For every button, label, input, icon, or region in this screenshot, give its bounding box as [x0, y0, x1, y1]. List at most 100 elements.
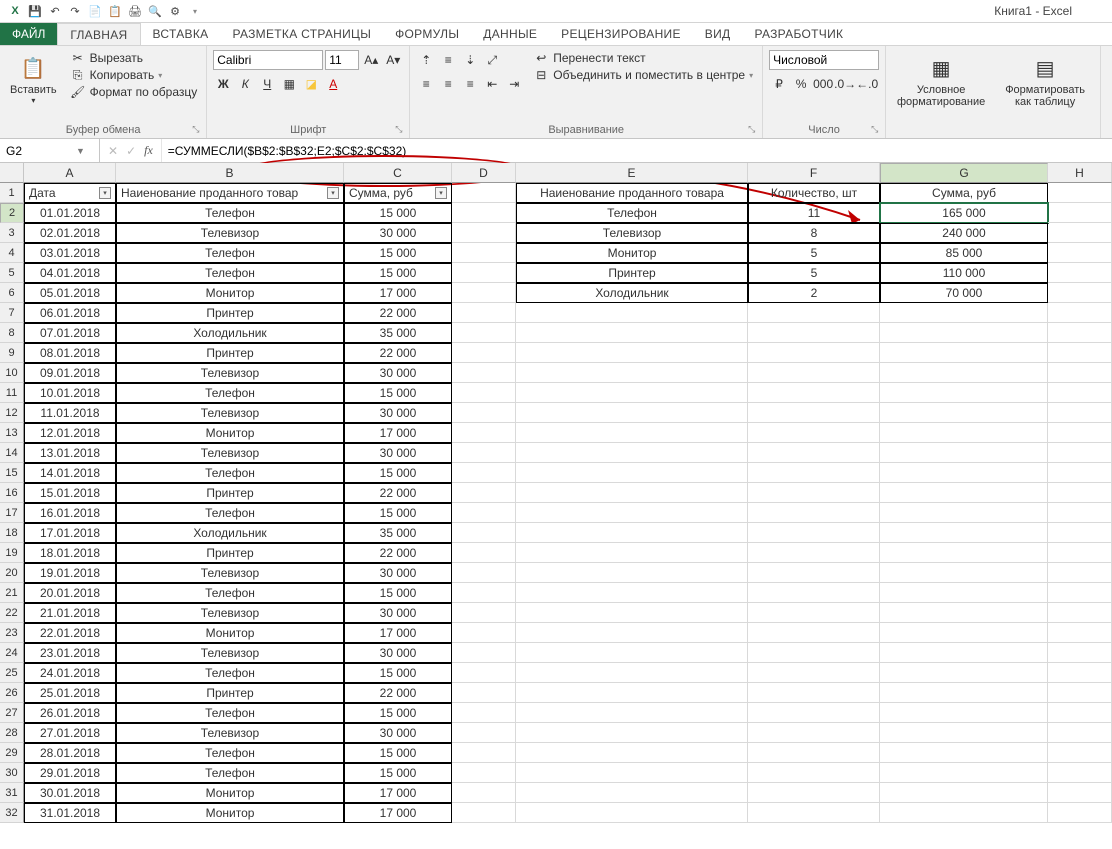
enter-icon[interactable]: ✓	[126, 144, 136, 158]
cell[interactable]	[880, 323, 1048, 343]
cell[interactable]: 20.01.2018	[24, 583, 116, 603]
cell[interactable]: Телевизор	[116, 723, 344, 743]
cell[interactable]: Дата▾	[24, 183, 116, 203]
cell[interactable]	[1048, 443, 1112, 463]
cell[interactable]	[1048, 263, 1112, 283]
row-header[interactable]: 1	[0, 183, 24, 203]
cell[interactable]: Принтер	[116, 683, 344, 703]
cell[interactable]	[516, 683, 748, 703]
cell[interactable]	[452, 443, 516, 463]
launcher-icon[interactable]: ⤡	[395, 124, 407, 136]
cell[interactable]	[1048, 743, 1112, 763]
row-header[interactable]: 23	[0, 623, 24, 643]
cell[interactable]: 30 000	[344, 643, 452, 663]
cell[interactable]	[748, 783, 880, 803]
cell[interactable]	[880, 343, 1048, 363]
conditional-format-button[interactable]: ▦ Условное форматирование	[892, 50, 990, 110]
cell[interactable]	[880, 663, 1048, 683]
cell[interactable]: 30 000	[344, 223, 452, 243]
cell[interactable]: Принтер	[516, 263, 748, 283]
align-right-icon[interactable]: ≡	[460, 74, 480, 94]
cell[interactable]	[748, 303, 880, 323]
redo-icon[interactable]: ↷	[66, 2, 84, 20]
cell[interactable]: Принтер	[116, 343, 344, 363]
cell[interactable]: 15 000	[344, 203, 452, 223]
cell[interactable]: 12.01.2018	[24, 423, 116, 443]
cell[interactable]	[1048, 803, 1112, 823]
cell[interactable]: 70 000	[880, 283, 1048, 303]
row-header[interactable]: 6	[0, 283, 24, 303]
cell[interactable]: 07.01.2018	[24, 323, 116, 343]
cell[interactable]	[452, 463, 516, 483]
cell[interactable]: Монитор	[116, 423, 344, 443]
cell[interactable]	[516, 463, 748, 483]
align-middle-icon[interactable]: ≡	[438, 50, 458, 70]
cell[interactable]: Сумма, руб	[880, 183, 1048, 203]
cell[interactable]: 15 000	[344, 463, 452, 483]
cell[interactable]: 5	[748, 263, 880, 283]
cell[interactable]	[1048, 583, 1112, 603]
cell[interactable]: 85 000	[880, 243, 1048, 263]
cell[interactable]	[880, 403, 1048, 423]
cell[interactable]: 27.01.2018	[24, 723, 116, 743]
row-header[interactable]: 30	[0, 763, 24, 783]
cell[interactable]	[1048, 643, 1112, 663]
cell[interactable]	[748, 363, 880, 383]
cell[interactable]	[880, 743, 1048, 763]
indent-more-icon[interactable]: ⇥	[504, 74, 524, 94]
cell[interactable]	[880, 543, 1048, 563]
cell[interactable]	[452, 263, 516, 283]
cell[interactable]	[880, 443, 1048, 463]
cell[interactable]	[748, 523, 880, 543]
cell[interactable]	[516, 783, 748, 803]
cell[interactable]: 15 000	[344, 503, 452, 523]
cell[interactable]: Телевизор	[116, 403, 344, 423]
cell[interactable]: 15 000	[344, 763, 452, 783]
cell[interactable]	[880, 643, 1048, 663]
cell[interactable]: 15 000	[344, 663, 452, 683]
align-top-icon[interactable]: ⇡	[416, 50, 436, 70]
cell[interactable]	[880, 763, 1048, 783]
cell[interactable]: Телефон	[116, 263, 344, 283]
cell[interactable]	[452, 183, 516, 203]
cell[interactable]	[748, 343, 880, 363]
cell[interactable]: Телефон	[116, 743, 344, 763]
cell[interactable]	[452, 343, 516, 363]
cell[interactable]	[516, 503, 748, 523]
comma-icon[interactable]: 000	[813, 74, 833, 94]
cell[interactable]	[452, 703, 516, 723]
cell[interactable]	[880, 703, 1048, 723]
cell[interactable]	[516, 723, 748, 743]
cell[interactable]	[748, 623, 880, 643]
cell[interactable]	[748, 763, 880, 783]
font-size-input[interactable]	[325, 50, 359, 70]
cell[interactable]	[452, 583, 516, 603]
cell[interactable]: 17.01.2018	[24, 523, 116, 543]
cell[interactable]	[880, 723, 1048, 743]
filter-icon[interactable]: ▾	[99, 187, 111, 199]
cell[interactable]: 08.01.2018	[24, 343, 116, 363]
cell[interactable]	[516, 623, 748, 643]
cell[interactable]	[748, 583, 880, 603]
cell[interactable]	[1048, 303, 1112, 323]
cell[interactable]	[516, 423, 748, 443]
cell[interactable]: 30 000	[344, 723, 452, 743]
cell[interactable]	[1048, 723, 1112, 743]
cell[interactable]: 30 000	[344, 603, 452, 623]
row-header[interactable]: 2	[0, 203, 24, 223]
cell[interactable]: 04.01.2018	[24, 263, 116, 283]
row-header[interactable]: 20	[0, 563, 24, 583]
cell[interactable]	[1048, 603, 1112, 623]
cell[interactable]	[748, 543, 880, 563]
cell[interactable]: Сумма, руб▾	[344, 183, 452, 203]
launcher-icon[interactable]: ⤡	[192, 124, 204, 136]
cell[interactable]	[452, 483, 516, 503]
row-header[interactable]: 18	[0, 523, 24, 543]
name-box-input[interactable]	[6, 144, 76, 158]
cell[interactable]	[516, 383, 748, 403]
cell[interactable]: 17 000	[344, 803, 452, 823]
cell[interactable]: 18.01.2018	[24, 543, 116, 563]
cell[interactable]	[748, 603, 880, 623]
cell[interactable]	[516, 603, 748, 623]
row-header[interactable]: 25	[0, 663, 24, 683]
